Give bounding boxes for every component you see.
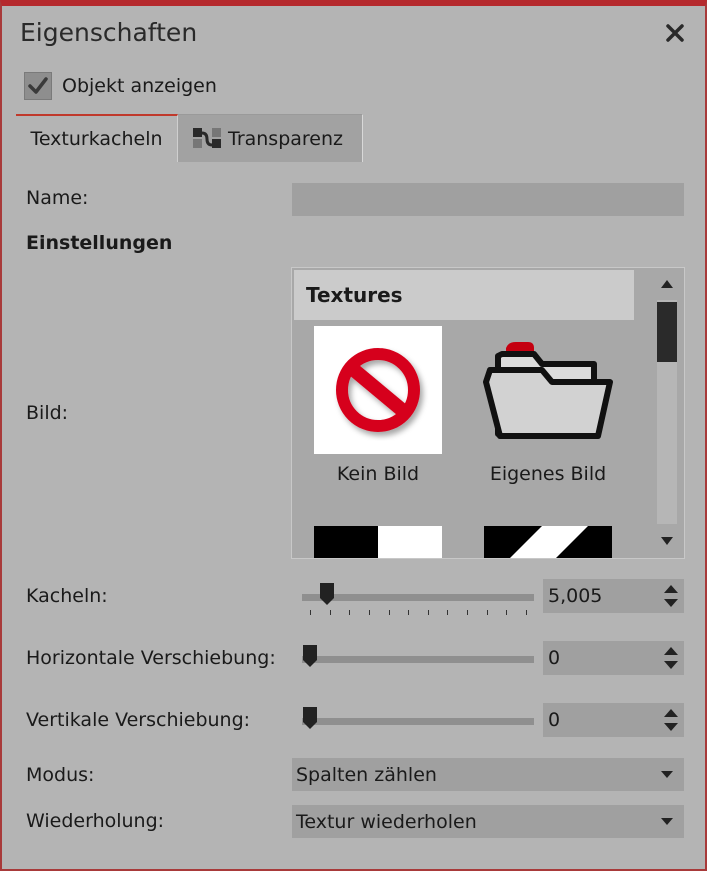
h-shift-value[interactable]: 0: [543, 647, 658, 669]
h-shift-label: Horizontale Verschiebung:: [26, 647, 276, 669]
show-object-row: Objekt anzeigen: [24, 72, 217, 100]
slider-tick: [368, 610, 370, 615]
close-icon: [666, 24, 684, 42]
v-shift-spin-buttons[interactable]: [658, 703, 684, 737]
slider-tick: [467, 610, 469, 615]
slider-ticks: [302, 610, 534, 616]
slider-tick: [526, 610, 527, 615]
h-shift-slider[interactable]: [302, 644, 534, 674]
v-shift-value[interactable]: 0: [543, 709, 658, 731]
slider-tick: [447, 610, 449, 615]
mode-value: Spalten zählen: [296, 763, 437, 786]
scroll-down-button[interactable]: [654, 527, 680, 555]
show-object-checkbox[interactable]: [24, 72, 52, 100]
thumb-no-image[interactable]: [314, 326, 442, 454]
scroll-thumb[interactable]: [657, 302, 677, 362]
scroll-up-button[interactable]: [654, 270, 680, 298]
v-shift-spinbox[interactable]: 0: [543, 703, 684, 737]
show-object-label: Objekt anzeigen: [62, 75, 217, 97]
diagonal-stripe-texture: [484, 526, 612, 558]
slider-knob[interactable]: [302, 706, 318, 730]
tab-transparency[interactable]: Transparenz: [178, 114, 363, 162]
tab-transparency-label: Transparenz: [228, 127, 344, 150]
thumb-own-image-label: Eigenes Bild: [489, 463, 607, 485]
slider-tick: [408, 610, 410, 615]
tab-bar: Texturkacheln Transparenz: [16, 114, 363, 162]
black-white-split-texture: [314, 526, 442, 558]
no-image-icon: [336, 348, 420, 432]
settings-heading: Einstellungen: [26, 232, 173, 254]
close-button[interactable]: [662, 20, 688, 46]
texture-gallery: Textures Kein Bild Eigenes Bild: [291, 267, 685, 559]
spin-arrows-icon: [664, 647, 678, 669]
properties-panel: Eigenschaften Objekt anzeigen Texturkach…: [0, 0, 707, 871]
slider-tick: [310, 610, 311, 615]
repeat-label: Wiederholung:: [26, 810, 165, 832]
slider-tick: [486, 610, 488, 615]
repeat-dropdown[interactable]: Textur wiederholen: [292, 805, 684, 838]
spin-arrows-icon: [664, 709, 678, 731]
slider-track: [302, 656, 534, 663]
chevron-down-icon: [650, 817, 684, 826]
gallery-scrollbar[interactable]: [654, 270, 680, 555]
panel-title: Eigenschaften: [20, 18, 198, 47]
h-shift-spin-buttons[interactable]: [658, 641, 684, 675]
tiles-label: Kacheln:: [26, 585, 108, 607]
slider-tick: [388, 610, 390, 615]
v-shift-slider[interactable]: [302, 706, 534, 736]
checkmark-icon: [28, 77, 48, 94]
thumb-own-image[interactable]: [482, 336, 614, 448]
thumb-diagonal-stripe[interactable]: [484, 526, 612, 558]
slider-knob[interactable]: [319, 582, 335, 606]
folder-icon: [483, 342, 613, 439]
thumb-black-white-split[interactable]: [314, 526, 442, 558]
tiles-value[interactable]: 5,005: [543, 585, 658, 607]
image-label: Bild:: [26, 402, 69, 424]
transparency-icon: [192, 126, 222, 152]
slider-tick: [427, 610, 429, 615]
name-label: Name:: [26, 187, 89, 209]
slider-knob[interactable]: [302, 644, 318, 668]
tab-texture-tiles-label: Texturkacheln: [30, 128, 163, 150]
tiles-slider[interactable]: [302, 582, 534, 615]
tab-texture-tiles[interactable]: Texturkacheln: [16, 114, 178, 162]
slider-tick: [506, 610, 508, 615]
triangle-down-icon: [661, 537, 673, 545]
tiles-spinbox[interactable]: 5,005: [543, 579, 684, 613]
h-shift-spinbox[interactable]: 0: [543, 641, 684, 675]
slider-tick: [349, 610, 351, 615]
v-shift-label: Vertikale Verschiebung:: [26, 709, 251, 731]
mode-label: Modus:: [26, 764, 95, 786]
gallery-header: Textures: [294, 270, 634, 320]
spin-arrows-icon: [664, 585, 678, 607]
name-input[interactable]: [292, 183, 684, 216]
mode-dropdown[interactable]: Spalten zählen: [292, 758, 684, 791]
slider-track: [302, 718, 534, 725]
slider-track: [302, 594, 534, 601]
thumb-no-image-label: Kein Bild: [336, 463, 420, 485]
tiles-spin-buttons[interactable]: [658, 579, 684, 613]
chevron-down-icon: [650, 770, 684, 779]
slider-tick: [329, 610, 331, 615]
triangle-up-icon: [661, 280, 673, 288]
repeat-value: Textur wiederholen: [296, 810, 477, 833]
